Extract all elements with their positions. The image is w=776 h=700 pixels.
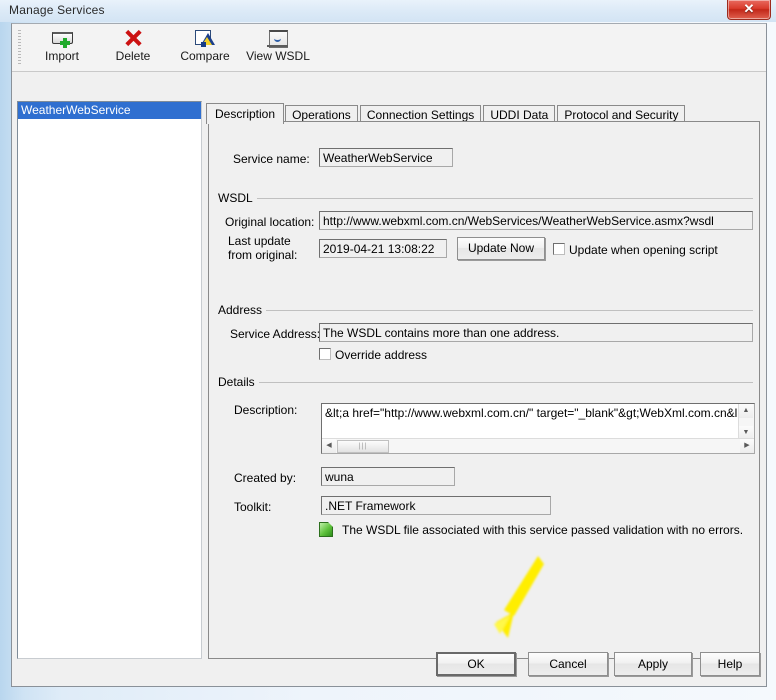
last-update-label-line1: Last update xyxy=(228,234,291,248)
close-icon: ✕ xyxy=(743,1,755,16)
created-by-label: Created by: xyxy=(234,471,297,485)
import-icon xyxy=(49,28,75,48)
tab-page-description: Service name: WeatherWebService WSDL Ori… xyxy=(208,121,760,659)
title-bar[interactable]: Manage Services ✕ xyxy=(0,0,776,22)
original-location-label: Original location: xyxy=(225,215,315,229)
view-wsdl-icon xyxy=(266,28,290,48)
last-update-label-line2: from original: xyxy=(228,248,298,262)
override-address-label: Override address xyxy=(335,348,428,362)
scroll-left-icon[interactable]: ◀ xyxy=(322,439,336,453)
tab-control: Description Operations Connection Settin… xyxy=(206,103,760,659)
compare-icon xyxy=(193,28,217,48)
help-button[interactable]: Help xyxy=(700,652,760,676)
tab-description[interactable]: Description xyxy=(206,103,285,124)
tab-strip: Description Operations Connection Settin… xyxy=(206,103,686,124)
import-button-label: Import xyxy=(44,49,79,63)
import-button[interactable]: Import xyxy=(32,27,92,69)
view-wsdl-button[interactable]: View WSDL xyxy=(240,27,316,69)
created-by-input[interactable]: wuna xyxy=(321,467,455,486)
delete-button-label: Delete xyxy=(115,49,151,63)
manage-services-window: Manage Services ✕ Import Delete Compare … xyxy=(0,0,776,700)
compare-button[interactable]: Compare xyxy=(170,27,240,69)
update-on-open-label: Update when opening script xyxy=(569,243,718,257)
update-on-open-checkbox[interactable] xyxy=(553,243,565,255)
ok-button[interactable]: OK xyxy=(436,652,516,676)
update-now-button[interactable]: Update Now xyxy=(457,237,545,260)
scroll-up-icon[interactable]: ▲ xyxy=(739,404,753,418)
apply-button[interactable]: Apply xyxy=(614,652,692,676)
details-groupbox: Details Description: &lt;a href="http://… xyxy=(217,375,755,537)
original-location-input[interactable]: http://www.webxml.com.cn/WebServices/Wea… xyxy=(319,211,753,230)
description-horizontal-scrollbar[interactable]: ◀ ||| ▶ xyxy=(322,438,754,453)
view-wsdl-button-label: View WSDL xyxy=(246,49,310,63)
list-item-label: WeatherWebService xyxy=(21,103,131,117)
compare-button-label: Compare xyxy=(180,49,230,63)
description-text: &lt;a href="http://www.webxml.com.cn/" t… xyxy=(325,406,737,420)
dialog-button-bar: OK Cancel Apply Help xyxy=(12,640,766,686)
delete-icon xyxy=(123,28,143,48)
description-vertical-scrollbar[interactable]: ▲ ▼ xyxy=(738,404,754,440)
wsdl-group-label: WSDL xyxy=(217,191,257,205)
delete-button[interactable]: Delete xyxy=(104,27,162,69)
toolbar-grip[interactable] xyxy=(18,30,21,66)
override-address-checkbox[interactable] xyxy=(319,348,331,360)
service-name-label: Service name: xyxy=(233,152,310,166)
description-label: Description: xyxy=(234,403,298,417)
scroll-right-icon[interactable]: ▶ xyxy=(740,439,754,453)
service-name-input[interactable]: WeatherWebService xyxy=(319,148,453,167)
close-button[interactable]: ✕ xyxy=(727,0,771,20)
hscroll-thumb[interactable]: ||| xyxy=(337,440,389,453)
description-textarea[interactable]: &lt;a href="http://www.webxml.com.cn/" t… xyxy=(321,403,755,454)
toolbar: Import Delete Compare View WSDL xyxy=(12,24,766,72)
details-group-label: Details xyxy=(217,375,259,389)
list-item[interactable]: WeatherWebService xyxy=(18,102,201,119)
window-title: Manage Services xyxy=(9,3,105,17)
service-address-label: Service Address: xyxy=(230,327,321,341)
toolkit-label: Toolkit: xyxy=(234,500,272,514)
last-update-input[interactable]: 2019-04-21 13:08:22 xyxy=(319,239,447,258)
green-document-icon xyxy=(319,522,333,537)
validation-message: The WSDL file associated with this servi… xyxy=(342,523,744,537)
address-group-label: Address xyxy=(217,303,267,317)
services-list[interactable]: WeatherWebService xyxy=(17,101,202,659)
service-address-input[interactable]: The WSDL contains more than one address. xyxy=(319,323,753,342)
toolkit-input[interactable]: .NET Framework xyxy=(321,496,551,515)
dialog-client-area: Import Delete Compare View WSDL WeatherW… xyxy=(11,23,767,687)
cancel-button[interactable]: Cancel xyxy=(528,652,608,676)
